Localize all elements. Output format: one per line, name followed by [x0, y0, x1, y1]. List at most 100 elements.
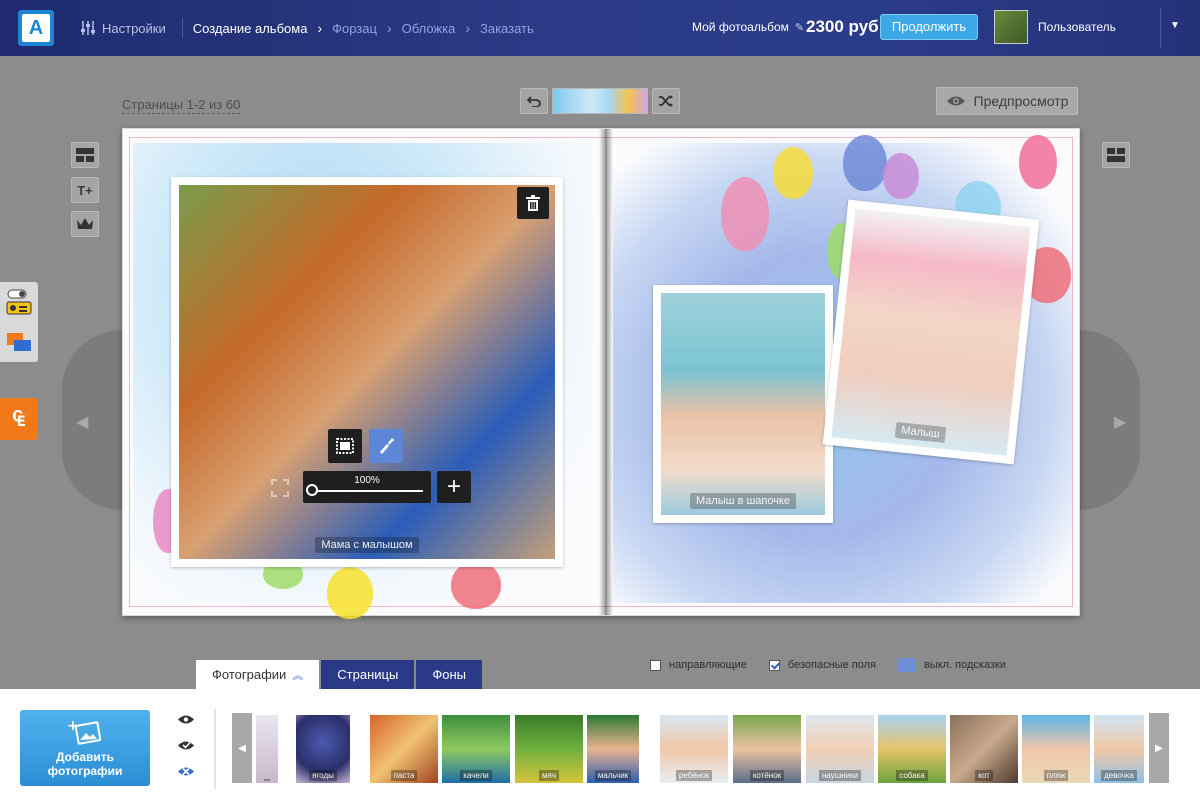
- euro-icon: ₠: [12, 406, 26, 431]
- photo-thumb[interactable]: паста: [370, 715, 438, 783]
- thumb-label: паста: [390, 770, 418, 781]
- settings-link[interactable]: Настройки: [80, 18, 183, 38]
- tray-scroll-left[interactable]: ◀: [232, 713, 252, 783]
- safe-zones-option[interactable]: безопасные поля: [768, 659, 876, 671]
- pages-info[interactable]: Страницы 1-2 из 60: [122, 97, 241, 114]
- add-photos-label-1: Добавить: [55, 750, 115, 764]
- show-used-eye-check-icon[interactable]: [176, 737, 196, 753]
- guides-checkbox[interactable]: [650, 659, 661, 671]
- guides-option[interactable]: направляющие: [650, 659, 747, 671]
- avatar: [994, 10, 1028, 44]
- clipart-button[interactable]: [71, 211, 99, 237]
- show-all-eye-icon[interactable]: [176, 711, 196, 727]
- fit-button[interactable]: [263, 471, 297, 505]
- photo-thumb[interactable]: [256, 715, 278, 783]
- balloon: [883, 153, 919, 199]
- side-panel: [0, 282, 38, 362]
- continue-button[interactable]: Продолжить: [880, 14, 978, 40]
- layout-icon: [1107, 148, 1125, 162]
- chevron-right-icon: ›: [386, 20, 392, 36]
- shuffle-icon: [659, 95, 673, 107]
- album-spread: Мама с малышом 100% + Малыш в шапочке Ма…: [122, 128, 1080, 619]
- tray-scroll-right[interactable]: ▶: [1149, 713, 1169, 783]
- prev-page-button[interactable]: ◀: [62, 330, 122, 510]
- app-logo[interactable]: A: [18, 10, 54, 46]
- effects-tab[interactable]: ₠: [0, 398, 38, 440]
- thumb-label: ягоды: [309, 770, 337, 781]
- chevron-right-icon: ›: [317, 20, 323, 36]
- zoom-knob[interactable]: [306, 484, 318, 496]
- photo-thumb[interactable]: качели: [442, 715, 510, 783]
- safe-zones-checkbox[interactable]: [768, 659, 780, 671]
- photo-thumb[interactable]: котёнок: [733, 715, 801, 783]
- photo-slot-3[interactable]: Малыш: [822, 199, 1040, 465]
- photo-thumb[interactable]: мальчик: [587, 715, 639, 783]
- photo-image: Малыш: [831, 208, 1031, 456]
- delete-photo-button[interactable]: [517, 187, 549, 219]
- plus-icon: +: [446, 473, 461, 500]
- photo-slot-2[interactable]: Малыш в шапочке: [653, 285, 833, 523]
- zoom-track: [313, 490, 423, 492]
- layers-icon[interactable]: [5, 328, 33, 356]
- next-page-button[interactable]: ▶: [1080, 330, 1140, 510]
- radio-icon[interactable]: [5, 288, 33, 316]
- add-photos-label-2: фотографии: [47, 764, 123, 778]
- tab-backgrounds[interactable]: Фоны: [416, 660, 482, 689]
- photo-tray: + Добавить фотографии ◀ ▶ ягоды паста ка…: [0, 689, 1200, 807]
- background-thumbnail[interactable]: [552, 88, 648, 114]
- undo-icon: [527, 96, 541, 107]
- album-name[interactable]: Мой фотоальбом ✎: [692, 20, 804, 34]
- caret-down-icon[interactable]: ▼: [1170, 20, 1180, 31]
- zoom-slider[interactable]: 100%: [303, 471, 431, 503]
- layout-button[interactable]: [71, 142, 99, 168]
- photo-thumb[interactable]: собака: [878, 715, 946, 783]
- photo-slot-main[interactable]: Мама с малышом: [171, 177, 563, 567]
- crown-icon: [77, 218, 93, 229]
- album-name-text: Мой фотоальбом: [692, 20, 789, 34]
- add-text-button[interactable]: T+: [71, 177, 99, 203]
- photo-thumb[interactable]: девочка: [1094, 715, 1144, 783]
- photo-thumb[interactable]: кот: [950, 715, 1018, 783]
- thumb-label: собака: [896, 770, 928, 781]
- photo-thumb[interactable]: пляж: [1022, 715, 1090, 783]
- tab-pages[interactable]: Страницы: [321, 660, 415, 689]
- layout-icon: [76, 148, 94, 162]
- photo-thumb[interactable]: ягоды: [296, 715, 350, 783]
- photo-thumb[interactable]: ребёнок: [660, 715, 728, 783]
- pencil-icon[interactable]: ✎: [795, 21, 804, 34]
- frame-button[interactable]: [328, 429, 362, 463]
- user-menu[interactable]: Пользователь: [994, 10, 1116, 44]
- thumb-label: качели: [460, 770, 492, 781]
- thumb-label: девочка: [1101, 770, 1137, 781]
- balloon: [843, 135, 887, 191]
- thumb-label: ребёнок: [675, 770, 713, 781]
- layers-shape-icon: [7, 333, 31, 351]
- zoom-in-button[interactable]: +: [437, 471, 471, 503]
- page-toolbar: [520, 88, 680, 114]
- right-layout-button[interactable]: [1102, 142, 1130, 168]
- thumb-label: мяч: [539, 770, 559, 781]
- edit-photo-button[interactable]: [369, 429, 403, 463]
- settings-label: Настройки: [102, 20, 166, 36]
- divider: [214, 709, 216, 789]
- user-name: Пользователь: [1038, 20, 1116, 34]
- shuffle-button[interactable]: [652, 88, 680, 114]
- photo-thumb[interactable]: мяч: [515, 715, 583, 783]
- preview-button[interactable]: Предпросмотр: [936, 87, 1078, 115]
- photo-thumb[interactable]: наушники: [806, 715, 874, 783]
- step-cover[interactable]: Обложка: [402, 21, 456, 36]
- filter-icons: [176, 711, 196, 779]
- photo-image: Малыш в шапочке: [661, 293, 825, 515]
- preview-label: Предпросмотр: [973, 93, 1069, 109]
- step-endpaper[interactable]: Форзац: [332, 21, 377, 36]
- photo-caption: Малыш: [894, 421, 947, 444]
- expand-icon: [271, 479, 289, 497]
- hints-option[interactable]: выкл. подсказки: [897, 658, 1006, 672]
- tab-photos[interactable]: Фотографии ︽: [196, 660, 320, 689]
- step-create-album[interactable]: Создание альбома: [193, 21, 308, 36]
- add-photos-button[interactable]: + Добавить фотографии: [20, 710, 150, 786]
- step-order[interactable]: Заказать: [480, 21, 534, 36]
- undo-button[interactable]: [520, 88, 548, 114]
- show-unused-eye-icon[interactable]: [176, 763, 196, 779]
- balloon: [773, 147, 813, 199]
